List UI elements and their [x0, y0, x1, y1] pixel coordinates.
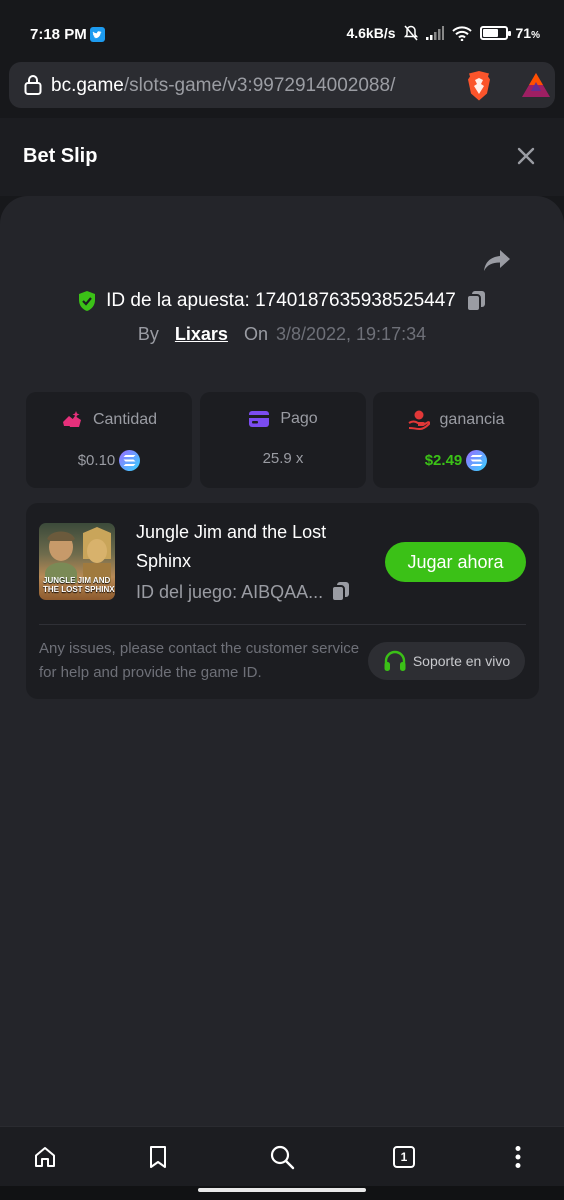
stat-profit-value: $2.49 — [424, 452, 463, 469]
wifi-icon — [451, 25, 472, 41]
divider — [39, 624, 526, 625]
support-notice: Any issues, please contact the customer … — [39, 640, 360, 681]
twitter-icon — [90, 27, 105, 42]
battery-percent: 71% — [515, 25, 540, 41]
on-label: On — [243, 323, 268, 344]
stat-amount-label: Cantidad — [92, 411, 158, 428]
network-speed: 4.6kB/s — [346, 25, 396, 41]
stat-profit-label: ganancia — [439, 411, 505, 428]
stat-payout-label: Pago — [280, 410, 318, 427]
search-icon[interactable] — [268, 1143, 296, 1171]
headset-icon — [384, 650, 406, 671]
more-icon[interactable] — [504, 1143, 532, 1171]
tabs-count: 1 — [393, 1146, 415, 1168]
copy-icon[interactable] — [331, 581, 351, 603]
verified-shield-icon — [79, 291, 96, 311]
stat-payout-value: 25.9 x — [262, 450, 304, 467]
bet-date: 3/8/2022, 19:17:34 — [275, 323, 427, 344]
game-title: Jungle Jim and the Lost Sphinx — [136, 522, 327, 571]
home-icon[interactable] — [31, 1143, 59, 1171]
card-icon — [249, 411, 270, 427]
status-right: 4.6kB/s 71% — [346, 25, 540, 41]
stat-profit: ganancia $2.49 — [373, 392, 539, 488]
bet-id-row: ID de la apuesta: 1740187635938525447 — [0, 288, 564, 314]
page-title: Bet Slip — [23, 145, 98, 167]
by-label: By — [137, 323, 159, 344]
battery-fill — [482, 29, 499, 37]
brave-shields-icon[interactable] — [464, 70, 494, 107]
tabs-button[interactable]: 1 — [390, 1143, 418, 1171]
url-text[interactable]: bc.game/slots-game/v3:9972914002088/ — [51, 75, 395, 97]
play-now-button[interactable]: Jugar ahora — [385, 542, 526, 582]
bat-rewards-icon[interactable] — [521, 72, 551, 103]
bookmark-icon[interactable] — [144, 1143, 172, 1171]
live-support-label: Soporte en vivo — [412, 653, 511, 669]
lock-icon[interactable] — [23, 74, 43, 101]
copy-icon[interactable] — [465, 289, 487, 313]
solana-coin-icon — [119, 450, 141, 471]
status-bar: 7:18 PM 4.6kB/s 71% — [0, 0, 564, 66]
stat-amount: Cantidad $0.10 — [26, 392, 192, 488]
close-icon[interactable] — [514, 144, 538, 173]
game-thumbnail-text: JUNGLE JIM AND THE LOST SPHINX — [43, 576, 115, 594]
battery-icon — [479, 26, 511, 40]
user-link[interactable]: Lixars — [175, 324, 228, 345]
profit-hand-icon — [407, 410, 430, 430]
solana-coin-icon — [466, 450, 488, 471]
bet-id: ID de la apuesta: 1740187635938525447 — [106, 290, 456, 311]
browser-bottom-nav: 1 — [0, 1126, 564, 1186]
game-card: JUNGLE JIM AND THE LOST SPHINX Jungle Ji… — [26, 503, 539, 699]
mute-icon — [403, 25, 418, 41]
status-time: 7:18 PM — [30, 26, 87, 43]
game-id-row: ID del juego: AIBQAA... — [136, 581, 351, 603]
page-header: Bet Slip — [0, 118, 564, 196]
signal-icon — [425, 26, 444, 40]
stat-payout: Pago 25.9 x — [200, 392, 366, 488]
live-support-button[interactable]: Soporte en vivo — [368, 642, 525, 680]
address-bar[interactable]: bc.game/slots-game/v3:9972914002088/ — [9, 62, 555, 108]
share-icon[interactable] — [482, 248, 512, 279]
home-gesture-bar[interactable] — [198, 1188, 366, 1192]
game-thumbnail[interactable]: JUNGLE JIM AND THE LOST SPHINX — [39, 523, 115, 600]
bet-meta-row: By Lixars On 3/8/2022, 19:17:34 — [0, 322, 564, 346]
game-id: ID del juego: AIBQAA... — [136, 581, 324, 602]
bet-amount-icon — [62, 411, 81, 427]
stat-amount-value: $0.10 — [77, 452, 116, 469]
